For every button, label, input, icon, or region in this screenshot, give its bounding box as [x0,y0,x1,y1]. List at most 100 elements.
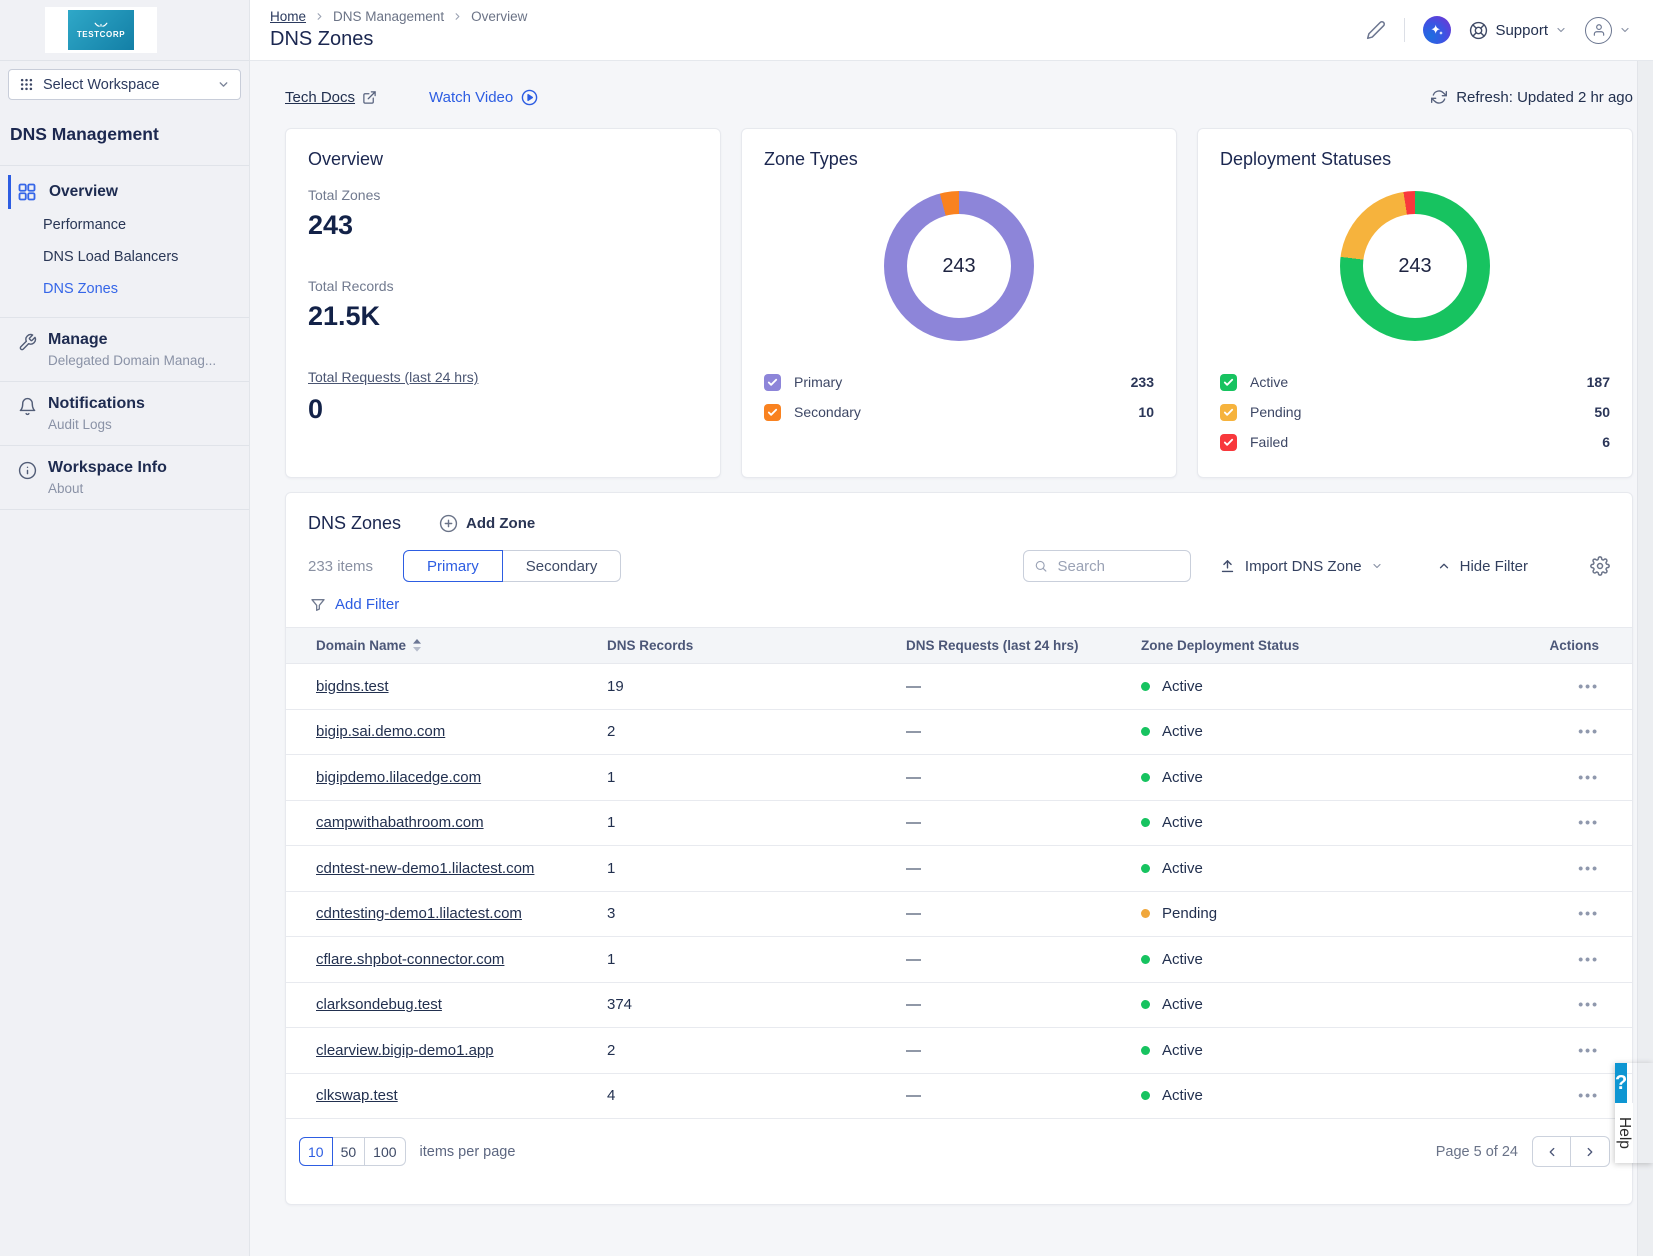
section-subtitle: About [48,481,167,496]
stat-value: 0 [308,394,698,425]
deployment-status-cell: Active [1141,678,1489,695]
domain-link[interactable]: cdntest-new-demo1.lilactest.com [316,860,534,877]
domain-link[interactable]: clearview.bigip-demo1.app [316,1042,494,1059]
theme-brush-button[interactable] [1366,20,1386,40]
workspace-selector[interactable]: Select Workspace [8,69,241,100]
sidebar-item-overview[interactable]: Overview [8,175,249,209]
help-tab-label: Help [1615,1117,1633,1149]
legend-item: Failed 6 [1220,427,1610,457]
page-size-10[interactable]: 10 [299,1137,333,1166]
top-header: Home DNS Management Overview DNS Zones S… [250,0,1653,61]
status-dot-icon [1141,909,1150,918]
domain-link[interactable]: campwithabathroom.com [316,814,484,831]
row-actions-button[interactable]: ••• [1578,860,1599,876]
search-icon [1034,558,1048,574]
deployment-status-cell: Active [1141,814,1489,831]
deployment-status-cell: Active [1141,1042,1489,1059]
legend-label: Failed [1250,434,1288,450]
deployment-status-cell: Active [1141,951,1489,968]
support-menu-button[interactable]: Support [1469,21,1567,40]
panel-title: DNS Zones [308,513,401,534]
dns-requests-cell: — [906,814,1141,831]
col-domain-name[interactable]: Domain Name [316,638,406,653]
legend-checkbox[interactable] [764,404,781,421]
pagination: 1050100 items per page Page 5 of 24 [286,1119,1632,1167]
legend-checkbox[interactable] [1220,434,1237,451]
sidebar-item-label: Overview [49,183,118,201]
row-actions-button[interactable]: ••• [1578,951,1599,967]
zone-types-legend: Primary233Secondary10 [764,367,1154,427]
search-input[interactable] [1055,557,1179,576]
deployment-status-cell: Active [1141,996,1489,1013]
page-size-100[interactable]: 100 [365,1137,405,1166]
status-dot-icon [1141,1000,1150,1009]
row-actions-button[interactable]: ••• [1578,678,1599,694]
domain-link[interactable]: clarksondebug.test [316,996,442,1013]
legend-checkbox[interactable] [1220,374,1237,391]
legend-checkbox[interactable] [764,374,781,391]
row-actions-button[interactable]: ••• [1578,769,1599,785]
row-actions-button[interactable]: ••• [1578,1087,1599,1103]
sidebar-item-performance[interactable]: Performance [0,209,249,241]
ai-assistant-button[interactable] [1423,16,1451,44]
status-label: Active [1162,1042,1203,1059]
logo-row: TESTCORP [0,0,249,61]
dns-requests-cell: — [906,860,1141,877]
help-question-button[interactable]: ? [1615,1063,1627,1103]
status-dot-icon [1141,864,1150,873]
table-settings-button[interactable] [1590,556,1610,576]
domain-link[interactable]: bigipdemo.lilacedge.com [316,769,481,786]
tab-secondary[interactable]: Secondary [503,550,622,582]
sidebar-item-workspace-info[interactable]: Workspace Info About [0,446,249,510]
section-title: Notifications [48,395,145,413]
domain-link[interactable]: clkswap.test [316,1087,398,1104]
sidebar-item-dns-load-balancers[interactable]: DNS Load Balancers [0,241,249,273]
breadcrumb-item: Overview [471,9,527,24]
import-dns-zone-button[interactable]: Import DNS Zone [1219,558,1383,575]
sidebar-item-dns-zones[interactable]: DNS Zones [0,273,249,305]
row-actions-button[interactable]: ••• [1578,905,1599,921]
domain-link[interactable]: bigdns.test [316,678,389,695]
check-icon [1223,377,1234,388]
table-row: clearview.bigip-demo1.app 2 — Active ••• [286,1028,1632,1074]
help-tab-button[interactable]: Help [1615,1103,1633,1163]
search-box[interactable] [1023,550,1191,582]
refresh-icon [1431,89,1447,105]
dns-records-cell: 4 [607,1087,906,1104]
lifebuoy-icon [1469,21,1488,40]
next-page-button[interactable] [1571,1136,1610,1167]
tab-primary[interactable]: Primary [403,550,503,582]
breadcrumb-home-link[interactable]: Home [270,9,306,24]
legend-checkbox[interactable] [1220,404,1237,421]
refresh-button[interactable]: Refresh: Updated 2 hr ago [1431,89,1633,106]
account-menu-button[interactable] [1585,17,1631,44]
section-subtitle: Delegated Domain Manag... [48,353,216,368]
watch-video-link[interactable]: Watch Video [429,89,538,106]
add-filter-button[interactable]: Add Filter [310,596,399,613]
domain-link[interactable]: bigip.sai.demo.com [316,723,445,740]
sidebar-item-manage[interactable]: Manage Delegated Domain Manag... [0,318,249,382]
add-zone-button[interactable]: Add Zone [439,514,535,533]
legend-value: 6 [1602,434,1610,450]
sidebar-item-notifications[interactable]: Notifications Audit Logs [0,382,249,446]
total-requests-link[interactable]: Total Requests (last 24 hrs) [308,369,478,385]
domain-link[interactable]: cdntesting-demo1.lilactest.com [316,905,522,922]
hide-filter-button[interactable]: Hide Filter [1437,558,1528,575]
tech-docs-link[interactable]: Tech Docs [285,89,377,106]
table-body: bigdns.test 19 — Active ••• bigip.sai.de… [286,664,1632,1119]
domain-link[interactable]: cflare.shpbot-connector.com [316,951,504,968]
header-divider [1404,18,1405,42]
row-actions-button[interactable]: ••• [1578,814,1599,830]
stat-value: 21.5K [308,301,698,332]
row-actions-button[interactable]: ••• [1578,1042,1599,1058]
dns-requests-cell: — [906,905,1141,922]
row-actions-button[interactable]: ••• [1578,723,1599,739]
page-size-50[interactable]: 50 [333,1137,366,1166]
prev-page-button[interactable] [1532,1136,1571,1167]
row-actions-button[interactable]: ••• [1578,996,1599,1012]
sort-icon[interactable] [413,639,421,652]
watch-video-label: Watch Video [429,89,513,106]
chevron-down-icon [1371,560,1383,572]
breadcrumb-item[interactable]: DNS Management [333,9,444,24]
dns-requests-cell: — [906,1087,1141,1104]
